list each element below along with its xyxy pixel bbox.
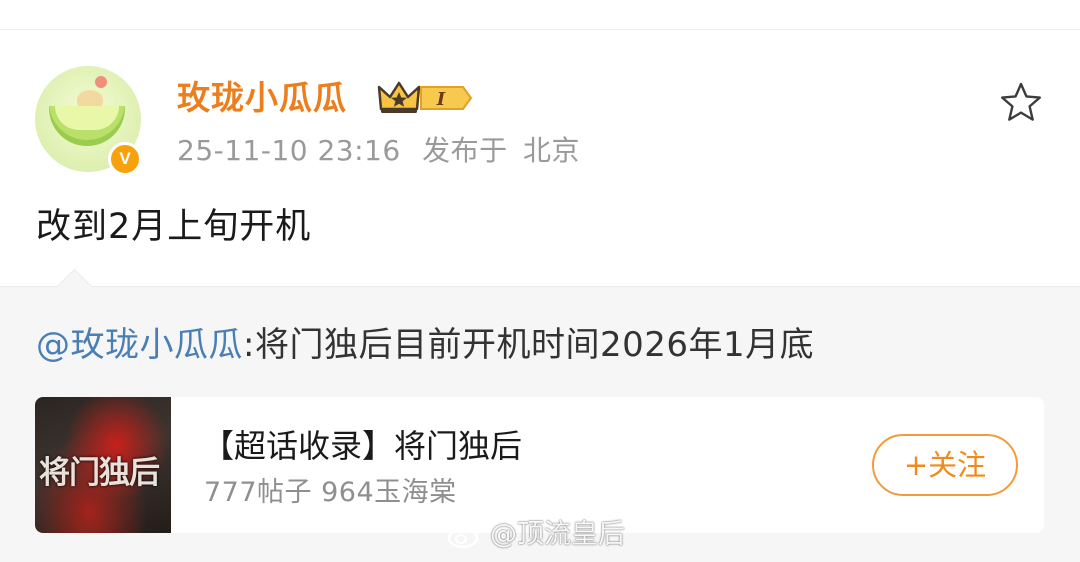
watermark-text: @顶流皇后 — [490, 519, 625, 550]
topic-thumbnail: 将门独后 — [35, 397, 171, 533]
verified-v-icon: V — [108, 142, 142, 176]
follow-button[interactable]: +关注 — [872, 434, 1018, 496]
post-timestamp: 25-11-10 23:16 — [177, 134, 401, 167]
watermark: @顶流皇后 — [446, 516, 625, 554]
post-meta: 25-11-10 23:16 发布于 北京 — [177, 132, 580, 170]
star-outline-icon[interactable] — [998, 80, 1044, 126]
weibo-logo-icon — [447, 522, 483, 549]
level-badge: I — [420, 86, 473, 110]
published-label: 发布于 — [422, 134, 508, 167]
level-badge-text: I — [436, 89, 446, 110]
avatar-decoration — [95, 76, 107, 88]
crown-icon — [377, 81, 421, 113]
repost-text: @玫珑小瓜瓜:将门独后目前开机时间2026年1月底 — [36, 322, 814, 368]
repost-mention-link[interactable]: @玫珑小瓜瓜 — [36, 325, 243, 365]
top-divider — [0, 29, 1080, 30]
username[interactable]: 玫珑小瓜瓜 — [177, 76, 347, 120]
post-text: 改到2月上旬开机 — [36, 207, 312, 247]
topic-thumbnail-title: 将门独后 — [39, 455, 160, 491]
repost-body: :将门独后目前开机时间2026年1月底 — [243, 325, 815, 365]
topic-stats: 777帖子 964玉海棠 — [204, 477, 457, 508]
topic-title[interactable]: 【超话收录】将门独后 — [202, 424, 522, 468]
post-location: 北京 — [523, 134, 581, 167]
